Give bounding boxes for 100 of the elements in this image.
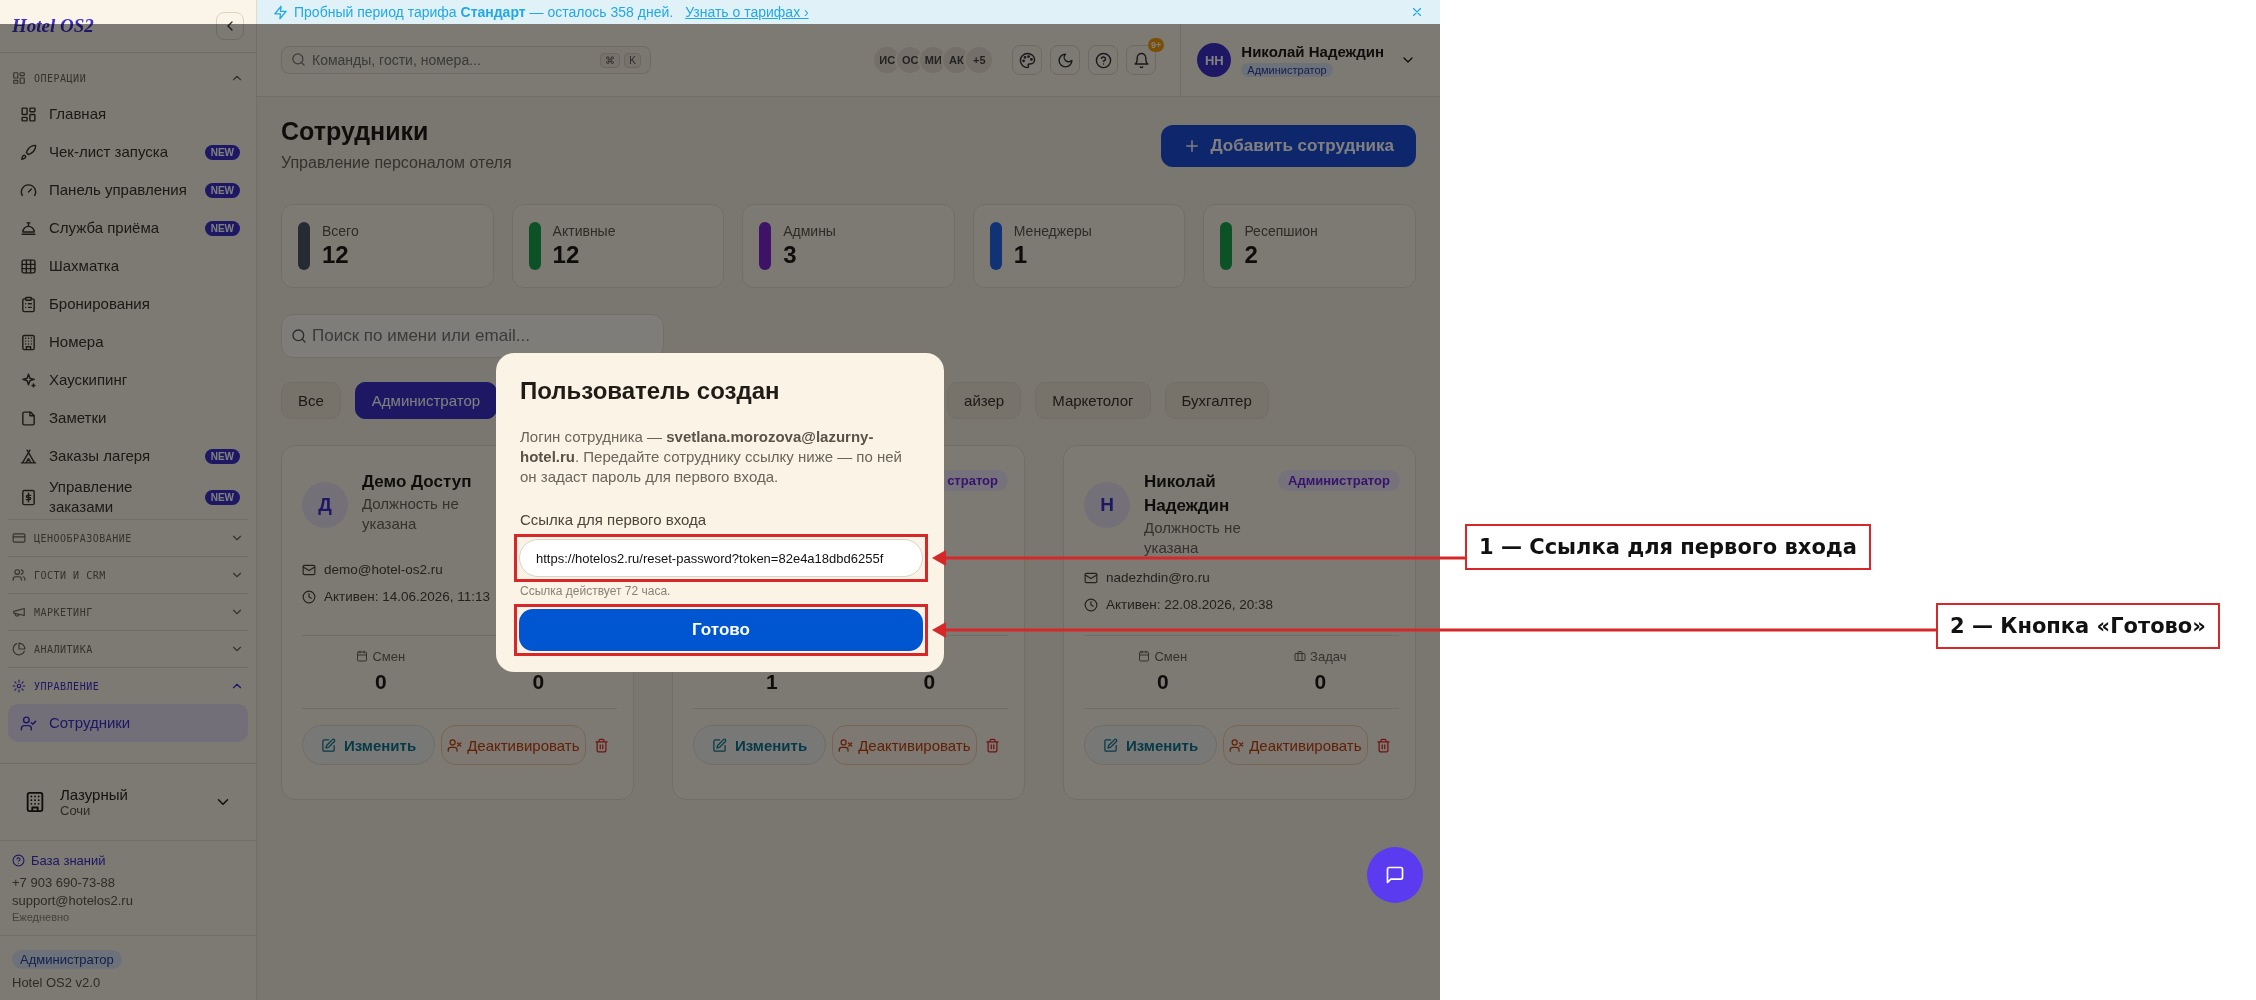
grid-icon bbox=[20, 105, 37, 123]
section-header[interactable]: ГОСТИ И CRM bbox=[8, 556, 248, 593]
trash-icon bbox=[593, 737, 609, 753]
stat-label: Ресепшион bbox=[1244, 223, 1318, 239]
user-x-icon bbox=[1229, 737, 1245, 753]
avatar: Н bbox=[1084, 482, 1130, 528]
pencil-icon bbox=[712, 737, 727, 753]
bell-icon bbox=[1132, 51, 1150, 69]
stat-value: 0 bbox=[1156, 670, 1169, 694]
employee-name: Демо Доступ bbox=[362, 471, 472, 493]
phone-number: +7 903 690-73-88 bbox=[12, 875, 116, 890]
user-x-icon bbox=[838, 737, 854, 753]
stat-value: 12 bbox=[322, 241, 350, 269]
user-x-icon bbox=[447, 737, 463, 753]
toolbar-button[interactable] bbox=[1050, 45, 1081, 75]
section-header[interactable]: МАРКЕТИНГ bbox=[8, 593, 248, 630]
last-active: Активен: 22.08.2026, 20:38 bbox=[1106, 597, 1274, 612]
note-icon bbox=[20, 409, 37, 427]
dollar-icon bbox=[20, 488, 37, 506]
callout-label: 1 — Ссылка для первого входа bbox=[1465, 524, 1871, 570]
mail-icon bbox=[1084, 570, 1098, 585]
last-active: Активен: 14.06.2026, 11:13 bbox=[324, 589, 491, 604]
stat-label: Смен bbox=[372, 648, 406, 664]
toolbar-button[interactable] bbox=[1088, 45, 1119, 75]
search-icon bbox=[291, 52, 306, 67]
support-hours: Ежедневно bbox=[12, 911, 71, 923]
trash-icon bbox=[1375, 737, 1391, 753]
nav-item[interactable]: Панель управления NEW bbox=[8, 171, 248, 209]
stat-value: 1 bbox=[1013, 241, 1029, 269]
help-icon bbox=[12, 854, 25, 867]
user-menu[interactable]: НН Николай Надеждин Администратор bbox=[1180, 24, 1416, 96]
link-field[interactable]: https://hotelos2.ru/reset-password?token=82e4a18dbd6255f bbox=[519, 539, 923, 577]
nav-item[interactable]: Шахматка bbox=[8, 247, 248, 285]
calendar-icon bbox=[356, 650, 369, 662]
filter-tab[interactable]: Маркетолог bbox=[1035, 382, 1151, 419]
help-icon bbox=[1094, 51, 1112, 69]
employee-position: Должность не указана bbox=[362, 494, 460, 534]
employee-email: nadezhdin@ro.ru bbox=[1106, 570, 1210, 585]
field-label: Ссылка для первого входа bbox=[520, 511, 708, 528]
pencil-icon bbox=[321, 737, 336, 753]
deactivate-button[interactable]: Деактивировать bbox=[832, 725, 977, 765]
nav-item[interactable]: Главная bbox=[8, 95, 248, 133]
deactivate-button[interactable]: Деактивировать bbox=[441, 725, 586, 765]
role-badge: Администратор bbox=[1241, 62, 1333, 77]
hotel-selector[interactable]: Лазурный Сочи bbox=[0, 763, 256, 840]
nav-item[interactable]: Заметки bbox=[8, 399, 248, 437]
nav-item[interactable]: Служба приёма NEW bbox=[8, 209, 248, 247]
chat-button[interactable] bbox=[1367, 847, 1423, 903]
role-badge: Администратор bbox=[12, 950, 122, 969]
notification-badge: 9+ bbox=[1148, 38, 1165, 52]
filter-tab[interactable]: айзер bbox=[947, 382, 1022, 419]
stat-value: 0 bbox=[923, 670, 936, 694]
palette-icon bbox=[1018, 51, 1036, 69]
stat-value: 1 bbox=[765, 670, 778, 694]
stat-label: Админы bbox=[783, 223, 836, 239]
section-header[interactable]: ЦЕНООБРАЗОВАНИЕ bbox=[8, 519, 248, 556]
edit-button[interactable]: Изменить bbox=[302, 725, 436, 765]
filter-tab[interactable]: Все bbox=[281, 382, 341, 419]
mail-icon bbox=[302, 562, 316, 577]
close-icon bbox=[1410, 5, 1424, 19]
stat-label: Смен bbox=[1154, 648, 1188, 664]
nav-item[interactable]: Номера bbox=[8, 323, 248, 361]
nav-item[interactable]: Заказы лагеря NEW bbox=[8, 437, 248, 475]
edit-button[interactable]: Изменить bbox=[1084, 725, 1218, 765]
toolbar-button[interactable] bbox=[1012, 45, 1043, 75]
knowledge-base-link[interactable]: База знаний bbox=[12, 853, 244, 868]
user-avatar: НН bbox=[1197, 43, 1232, 77]
close-button[interactable] bbox=[1410, 5, 1424, 19]
avatar: Д bbox=[302, 482, 348, 528]
done-button[interactable]: Готово bbox=[519, 609, 923, 651]
dialog-title: Пользователь создан bbox=[520, 377, 781, 405]
table-icon bbox=[20, 257, 37, 275]
section-header[interactable]: ОПЕРАЦИИ bbox=[8, 61, 248, 95]
callout-label: 2 — Кнопка «Готово» bbox=[1936, 603, 2220, 649]
employee-email: demo@hotel-os2.ru bbox=[324, 562, 443, 577]
filter-tab[interactable]: Бухгалтер bbox=[1164, 382, 1269, 419]
edit-button[interactable]: Изменить bbox=[693, 725, 827, 765]
nav-item[interactable]: Бронирования bbox=[8, 285, 248, 323]
filter-tab[interactable]: Администратор bbox=[354, 382, 498, 419]
collapse-button[interactable] bbox=[216, 12, 244, 40]
user-avatar[interactable]: +5 bbox=[964, 45, 995, 75]
trash-icon bbox=[984, 737, 1000, 753]
nav-item[interactable]: Чек-лист запуска NEW bbox=[8, 133, 248, 171]
nav-item[interactable]: Управление заказами NEW bbox=[8, 475, 248, 519]
deactivate-button[interactable]: Деактивировать bbox=[1223, 725, 1368, 765]
card-icon bbox=[12, 531, 26, 545]
tariffs-link[interactable]: Узнать о тарифах › bbox=[685, 4, 809, 20]
stat-value: 12 bbox=[552, 241, 581, 269]
nav-item[interactable]: Сотрудники bbox=[8, 704, 248, 742]
stat-label: Всего bbox=[322, 223, 359, 239]
add-employee-button[interactable]: Добавить сотрудника bbox=[1160, 125, 1416, 167]
role-badge: Администратор bbox=[1278, 470, 1400, 491]
section-header[interactable]: АНАЛИТИКА bbox=[8, 630, 248, 667]
stat-value: 2 bbox=[1244, 241, 1259, 269]
nav-item[interactable]: Хаускипинг bbox=[8, 361, 248, 399]
page-subtitle: Управление персоналом отеля bbox=[281, 154, 512, 172]
new-badge: NEW bbox=[204, 144, 240, 160]
employee-search-field[interactable]: Поиск по имени или email... bbox=[281, 314, 664, 358]
lightning-icon bbox=[273, 4, 288, 20]
megaphone-icon bbox=[12, 605, 26, 619]
